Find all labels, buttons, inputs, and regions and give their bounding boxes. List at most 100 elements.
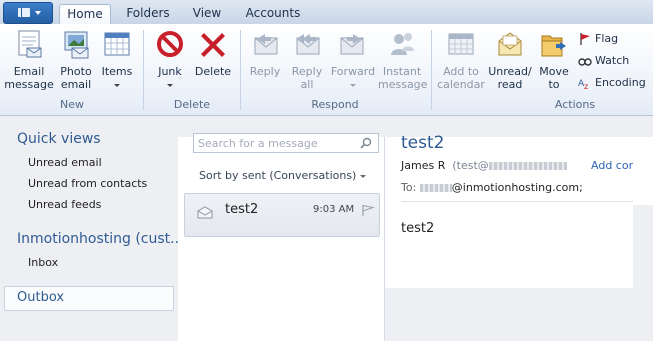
delete-button[interactable]: Delete: [192, 28, 234, 78]
redacted-text: [488, 162, 567, 170]
search-input[interactable]: [198, 135, 348, 151]
chevron-down-icon: [114, 83, 120, 87]
move-to-label: Move to: [539, 65, 569, 91]
message-body: test2: [401, 221, 435, 236]
reading-subject: test2: [401, 133, 445, 153]
photo-email-icon: [64, 31, 89, 59]
group-label-new: New: [60, 98, 84, 111]
encoding-label: Encoding: [595, 76, 646, 89]
message-list-item[interactable]: test2 9:03 AM: [184, 193, 380, 237]
reading-pane-header-extension: [633, 137, 653, 205]
photo-email-label: Photo email: [60, 65, 92, 91]
folder-unread-email[interactable]: Unread email: [28, 156, 102, 169]
reply-all-icon: [296, 34, 320, 55]
folder-unread-from-contacts[interactable]: Unread from contacts: [28, 177, 147, 190]
tab-view[interactable]: View: [186, 4, 228, 24]
forward-icon: [340, 34, 364, 55]
junk-label: Junk: [158, 65, 182, 78]
junk-icon: [157, 31, 183, 57]
ribbon-separator: [143, 30, 144, 110]
ribbon-separator: [240, 30, 241, 110]
reply-all-label: Reply all: [291, 65, 323, 91]
delete-x-icon: [201, 33, 225, 57]
sender-address: (test@: [452, 159, 489, 172]
flag-icon[interactable]: [361, 204, 375, 217]
mail-window: Home Folders View Accounts Email message…: [0, 0, 653, 341]
reply-icon: [254, 34, 278, 55]
message-subject: test2: [225, 202, 259, 217]
chevron-down-icon: [167, 83, 173, 87]
junk-button[interactable]: Junk: [150, 28, 190, 91]
tab-home[interactable]: Home: [59, 4, 111, 26]
quick-views-header[interactable]: Quick views: [17, 131, 101, 147]
unread-read-label: Unread/ read: [488, 65, 532, 91]
calendar-grid-icon: [104, 32, 130, 56]
items-button[interactable]: Items: [97, 28, 137, 91]
ribbon-tab-strip: Home Folders View Accounts: [0, 0, 653, 26]
reply-label: Reply: [249, 65, 281, 78]
recipient-address: @inmotionhosting.com;: [451, 181, 583, 194]
redacted-text: [419, 184, 452, 192]
envelope-icon: [197, 206, 213, 219]
instant-message-icon: [391, 33, 414, 55]
ribbon: Email message Photo email Items New Junk…: [0, 24, 653, 116]
group-label-respond: Respond: [311, 98, 359, 111]
folder-unread-feeds[interactable]: Unread feeds: [28, 198, 101, 211]
photo-email-button[interactable]: Photo email: [55, 28, 97, 91]
group-label-delete: Delete: [173, 98, 211, 111]
tab-accounts[interactable]: Accounts: [241, 4, 305, 24]
instant-message-button[interactable]: Instant message: [378, 28, 428, 91]
add-to-calendar-icon: [448, 33, 474, 55]
header-divider: [401, 201, 653, 202]
email-message-icon: [18, 30, 42, 58]
reply-all-button[interactable]: Reply all: [287, 28, 327, 91]
watch-label: Watch: [595, 54, 630, 67]
move-to-folder-icon: [541, 35, 566, 57]
reading-to: To: @inmotionhosting.com;: [401, 181, 583, 194]
folder-inbox[interactable]: Inbox: [28, 256, 58, 269]
chevron-down-icon: [350, 83, 356, 87]
delete-label: Delete: [194, 65, 232, 78]
reply-button[interactable]: Reply: [244, 28, 286, 78]
forward-button[interactable]: Forward: [328, 28, 378, 91]
flag-button[interactable]: Flag: [578, 32, 618, 46]
unread-read-button[interactable]: Unread/ read: [486, 28, 534, 91]
ribbon-separator: [431, 30, 432, 110]
unread-read-icon: [498, 32, 522, 56]
forward-label: Forward: [330, 65, 376, 78]
sender-name: James R: [401, 159, 446, 172]
account-header[interactable]: Inmotionhosting (cust...: [17, 231, 184, 247]
message-time: 9:03 AM: [313, 204, 355, 215]
email-message-label: Email message: [4, 65, 54, 91]
search-box[interactable]: [193, 133, 379, 153]
move-to-button[interactable]: Move to: [535, 28, 573, 91]
search-icon[interactable]: [360, 137, 372, 149]
app-menu-button[interactable]: [3, 2, 53, 24]
watch-button[interactable]: Watch: [578, 54, 629, 68]
to-label: To:: [401, 181, 417, 194]
flag-label: Flag: [595, 32, 619, 45]
encoding-button[interactable]: Az Encoding: [578, 76, 646, 90]
email-message-button[interactable]: Email message: [4, 28, 54, 91]
svg-text:z: z: [584, 82, 588, 90]
reading-pane: test2 James R (test@ Add contact To: @in…: [385, 133, 653, 288]
tab-folders[interactable]: Folders: [122, 4, 174, 24]
watch-glasses-icon: [578, 58, 592, 66]
add-to-calendar-button[interactable]: Add to calendar: [436, 28, 486, 91]
app-menu-icon: [18, 8, 30, 17]
chevron-down-icon: [359, 174, 366, 178]
sort-by-label: Sort by sent (Conversations): [199, 169, 357, 182]
sort-by-dropdown[interactable]: Sort by sent (Conversations): [199, 169, 366, 182]
folder-outbox[interactable]: Outbox: [4, 286, 174, 311]
reading-from: James R (test@: [401, 159, 567, 172]
add-to-calendar-label: Add to calendar: [437, 65, 485, 91]
instant-message-label: Instant message: [378, 65, 428, 91]
chevron-down-icon: [35, 11, 41, 15]
message-list-pane: Sort by sent (Conversations) test2 9:03 …: [178, 133, 385, 341]
folder-pane: Quick views Unread email Unread from con…: [0, 116, 184, 341]
group-label-actions: Actions: [554, 98, 596, 111]
folder-outbox-label: Outbox: [17, 290, 65, 305]
flag-icon: [580, 33, 590, 45]
encoding-icon: Az: [578, 79, 588, 90]
items-label: Items: [101, 65, 133, 78]
